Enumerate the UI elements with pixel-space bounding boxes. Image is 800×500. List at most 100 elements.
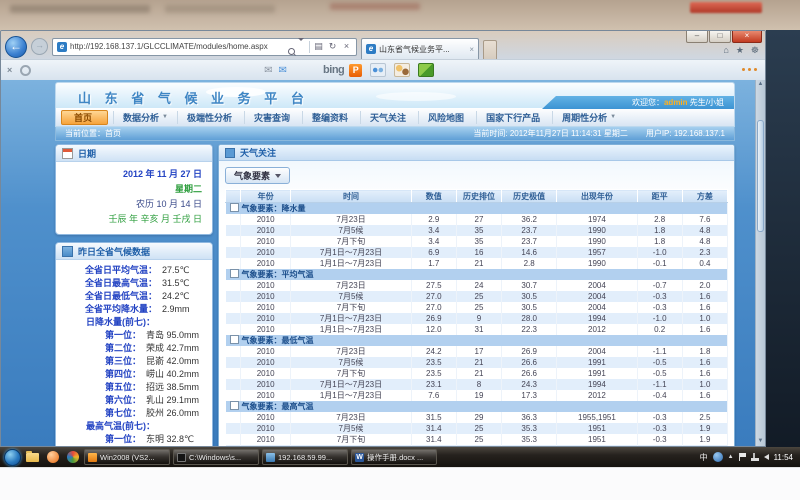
collapse-checkbox[interactable] xyxy=(230,269,239,278)
nav-item[interactable]: 极端性分析 xyxy=(177,111,244,124)
section-header-row[interactable]: 气象要素：最高气温 xyxy=(226,401,728,412)
compat-view-icon[interactable]: ▤ xyxy=(313,42,324,51)
vertical-scrollbar[interactable]: ▲ ▼ xyxy=(755,80,765,446)
cell-extreme: 35.3 xyxy=(502,434,557,445)
mail-icon[interactable]: ✉ xyxy=(264,65,272,76)
forward-button[interactable]: → xyxy=(31,38,48,55)
taskbar-button-vm[interactable]: Win2008 (VS2... xyxy=(84,449,170,465)
toolbar-overflow-dots[interactable] xyxy=(742,68,757,71)
cell-anomaly: -1.1 xyxy=(637,379,682,390)
stop-icon[interactable]: × xyxy=(341,42,352,51)
cell-extreme-year: 2012 xyxy=(557,324,637,335)
toolbar-addon-icon-2[interactable] xyxy=(394,63,410,77)
table-row: 2010 7月23日 31.5 29 36.3 1955,1951 -0.3 xyxy=(226,412,728,423)
collapse-checkbox[interactable] xyxy=(230,203,239,212)
cell-anomaly: 1.8 xyxy=(637,236,682,247)
scroll-down-arrow[interactable]: ▼ xyxy=(756,437,765,446)
minimize-button[interactable]: – xyxy=(686,31,708,43)
expander-cell xyxy=(226,258,241,269)
nav-item[interactable]: 整编资料 xyxy=(302,111,360,124)
cell-rank: 21 xyxy=(456,357,501,368)
search-dropdown-icon[interactable] xyxy=(295,42,306,51)
mail-icon-blue[interactable]: ✉ xyxy=(279,65,287,76)
show-hidden-icons[interactable]: ▲ xyxy=(728,454,734,460)
section-header-row[interactable]: 气象要素：平均气温 xyxy=(226,269,728,280)
refresh-icon[interactable]: ↻ xyxy=(327,42,338,51)
cell-extreme: 26.6 xyxy=(502,368,557,379)
cell-value: 23.5 xyxy=(411,368,456,379)
taskbar-button-remote[interactable]: 192.168.59.99... xyxy=(262,449,348,465)
main-nav: 首页 数据分析 ▼ 极端性分析 xyxy=(55,108,735,127)
ranking-item: 第一位： 东明 32.8℃ xyxy=(62,433,206,446)
cmd-icon xyxy=(177,453,186,462)
status-band: 当前位置：首页 当前时间: 2012年11月27日 11:14:31 星期二 用… xyxy=(55,127,735,141)
bing-logo[interactable]: bing xyxy=(323,64,344,76)
toolbar-addon-icon-1[interactable] xyxy=(370,63,386,77)
cell-variance: 1.6 xyxy=(682,357,727,368)
ranking-group: 最高气温(前七)： 第一位： 东明 32.8℃ xyxy=(62,420,206,446)
address-bar[interactable]: e http://192.168.137.1/GLCCLIMATE/module… xyxy=(52,38,357,56)
toolbar-addon-icon-3[interactable] xyxy=(418,63,434,77)
nav-item[interactable]: 风险地图 xyxy=(418,111,476,124)
collapse-checkbox[interactable] xyxy=(230,401,239,410)
scroll-up-arrow[interactable]: ▲ xyxy=(756,80,765,89)
explorer-folder-icon[interactable] xyxy=(24,450,41,465)
ime-language-indicator[interactable]: 中 xyxy=(700,452,708,463)
tab-title[interactable]: 山东省气候业务平... xyxy=(379,44,466,55)
cell-extreme: 30.7 xyxy=(502,280,557,291)
start-button[interactable] xyxy=(4,449,21,466)
cell-extreme: 23.7 xyxy=(502,236,557,247)
nav-item[interactable]: 灾害查询 xyxy=(244,111,302,124)
cell-time: 7月23日 xyxy=(291,346,411,357)
column-header: 历史极值 xyxy=(502,190,557,203)
maximize-button[interactable]: □ xyxy=(709,31,731,43)
panel-header: 天气关注 xyxy=(219,145,734,161)
nav-item[interactable]: 首页 xyxy=(61,110,108,125)
column-header: 历史排位 xyxy=(456,190,501,203)
nav-item[interactable]: 数据分析 ▼ xyxy=(113,111,177,124)
toolbar-close-icon[interactable]: × xyxy=(7,65,12,75)
element-filter-button[interactable]: 气象要素 xyxy=(225,167,290,184)
network-icon[interactable] xyxy=(751,453,759,461)
back-button[interactable]: ← xyxy=(5,36,27,58)
taskbar-button-word[interactable]: W 操作手册.docx ... xyxy=(351,449,437,465)
section-header-label: 气象要素：平均气温 xyxy=(242,270,314,279)
search-addon-icon[interactable]: P xyxy=(349,64,362,77)
cell-extreme: 33.0 xyxy=(502,445,557,446)
home-icon[interactable]: ⌂ xyxy=(723,45,728,56)
media-player-icon[interactable] xyxy=(44,450,61,465)
stat-label: 全省平均降水量： xyxy=(85,303,157,316)
taskbar-button-cmd[interactable]: C:\Windows\s... xyxy=(173,449,259,465)
tools-gear-icon[interactable]: ☸ xyxy=(751,45,759,56)
new-tab-button[interactable] xyxy=(483,40,497,59)
scrollbar-thumb[interactable] xyxy=(757,120,764,232)
cell-extreme-year: 1991 xyxy=(557,368,637,379)
clock[interactable]: 11:54 xyxy=(774,453,793,462)
network-globe-icon[interactable] xyxy=(713,452,723,462)
tab-close-icon[interactable]: × xyxy=(469,45,474,54)
stat-value: 24.2℃ xyxy=(162,290,206,303)
action-center-flag-icon[interactable] xyxy=(739,453,746,461)
system-tray: 中 ▲ 11:54 xyxy=(700,452,796,463)
table-row: 2010 7月1日～7月23日 23.1 8 24.3 1994 -1.1 xyxy=(226,379,728,390)
browser-tab[interactable]: e 山东省气候业务平... × xyxy=(361,38,479,59)
favorites-star-icon[interactable]: ★ xyxy=(736,45,744,56)
url-text[interactable]: http://192.168.137.1/GLCCLIMATE/modules/… xyxy=(70,42,278,51)
stat-label: 全省日最高气温： xyxy=(85,277,157,290)
cell-anomaly: 2.8 xyxy=(637,214,682,225)
cell-time: 7月5候 xyxy=(291,423,411,434)
section-header-row[interactable]: 气象要素：最低气温 xyxy=(226,335,728,346)
cell-year: 2010 xyxy=(241,390,291,401)
collapse-checkbox[interactable] xyxy=(230,335,239,344)
cell-variance: 1.6 xyxy=(682,291,727,302)
speaker-icon[interactable] xyxy=(764,454,769,460)
close-button[interactable]: × xyxy=(732,31,762,43)
nav-item[interactable]: 周期性分析 ▼ xyxy=(552,111,625,124)
section-header-row[interactable]: 气象要素：降水量 xyxy=(226,203,728,215)
toolbar-blocked-icon[interactable] xyxy=(20,65,31,76)
nav-item[interactable]: 天气关注 xyxy=(360,111,418,124)
nav-item[interactable]: 国家下行产品 xyxy=(476,111,552,124)
expander-cell xyxy=(226,313,241,324)
cell-anomaly: -0.4 xyxy=(637,390,682,401)
browser-orb-icon[interactable] xyxy=(64,450,81,465)
